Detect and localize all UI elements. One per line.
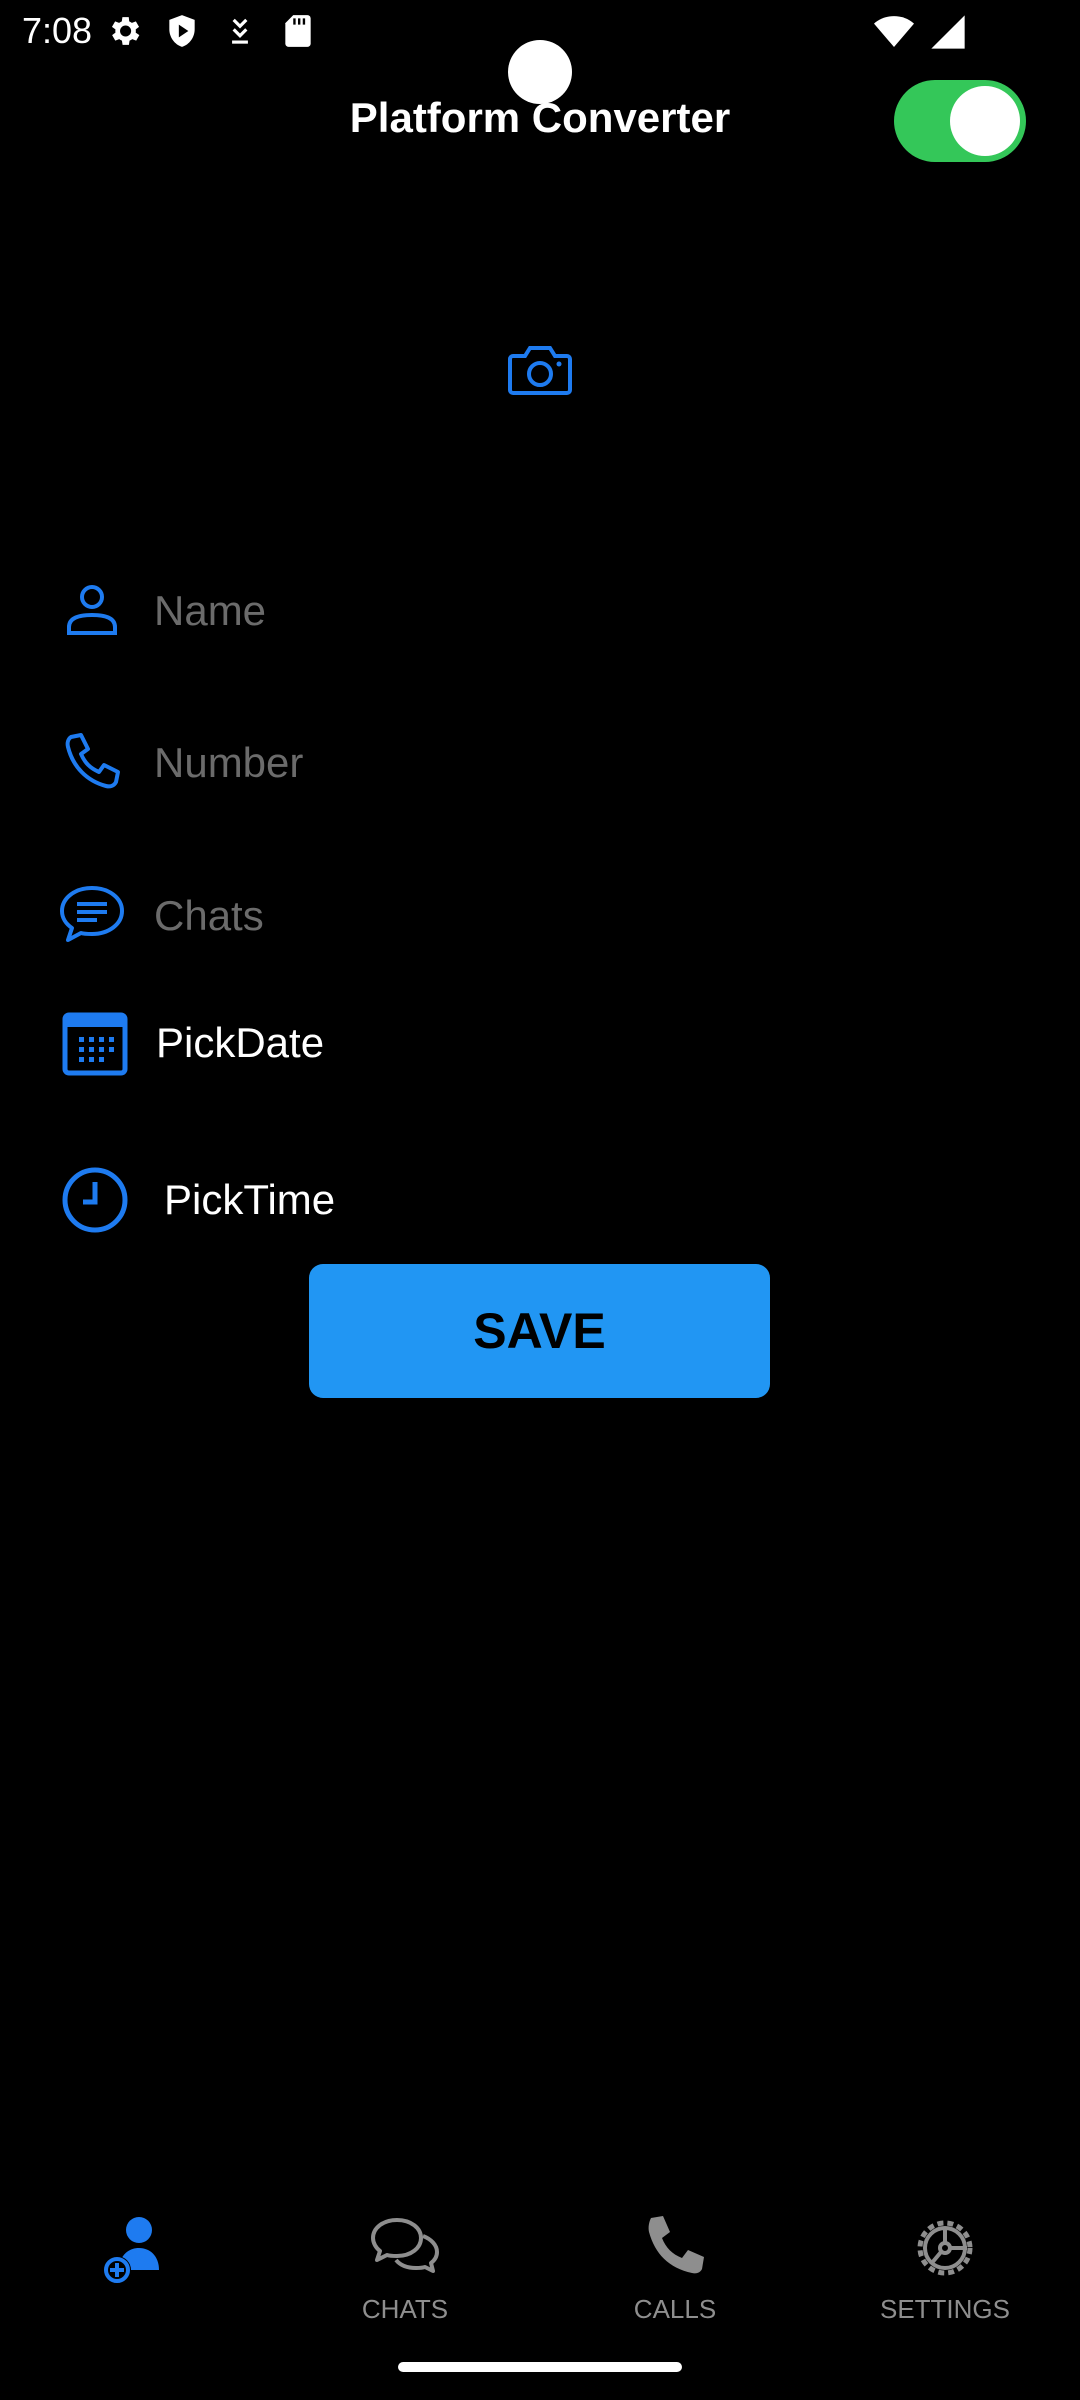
pick-date-button[interactable]: PickDate (52, 998, 652, 1088)
chats-input[interactable] (152, 883, 1016, 949)
name-input[interactable] (152, 578, 1016, 644)
status-icons-right (874, 12, 968, 52)
camera-icon (508, 346, 572, 395)
clock-icon (52, 1157, 138, 1243)
signal-icon (931, 15, 965, 49)
nav-label-calls: CALLS (633, 2294, 717, 2324)
bottom-nav: CHATS CALLS SETTINGS (0, 2200, 1080, 2340)
toggle-knob (950, 86, 1020, 156)
nav-item-chats[interactable]: CHATS (270, 2200, 540, 2340)
avatar-picker[interactable] (490, 330, 590, 410)
status-icons-left (105, 12, 317, 50)
number-field-row (52, 722, 1032, 812)
nav-item-add-contact[interactable] (0, 2200, 270, 2340)
phone-icon (648, 2216, 704, 2274)
nav-label-settings: SETTINGS (879, 2294, 1010, 2324)
home-indicator[interactable] (398, 2362, 682, 2372)
pick-time-label: PickTime (164, 1176, 336, 1223)
phone-icon (52, 722, 132, 802)
person-icon (52, 570, 132, 650)
pick-date-label: PickDate (156, 1019, 325, 1066)
add-contact-icon (103, 2217, 159, 2284)
chats-field-row (52, 875, 1032, 965)
pick-time-button[interactable]: PickTime (52, 1155, 652, 1245)
sd-card-icon (285, 15, 311, 47)
download-icon (232, 18, 248, 44)
calendar-icon (52, 1000, 138, 1086)
name-field-row (52, 570, 1032, 660)
chat-bubble-icon (52, 875, 132, 955)
nav-item-calls[interactable]: CALLS (540, 2200, 810, 2340)
number-input[interactable] (152, 730, 1016, 796)
save-button[interactable]: SAVE (309, 1264, 770, 1398)
chats-icon (371, 2218, 439, 2273)
theme-toggle[interactable] (894, 80, 1026, 162)
shield-play-icon (169, 15, 195, 47)
status-time: 7:08 (22, 10, 93, 51)
nav-label-chats: CHATS (361, 2294, 449, 2324)
wifi-icon (874, 16, 914, 47)
status-bar: 7:08 (0, 0, 1080, 104)
nav-item-settings[interactable]: SETTINGS (810, 2200, 1080, 2340)
settings-icon (111, 17, 140, 45)
settings-icon (917, 2220, 973, 2276)
